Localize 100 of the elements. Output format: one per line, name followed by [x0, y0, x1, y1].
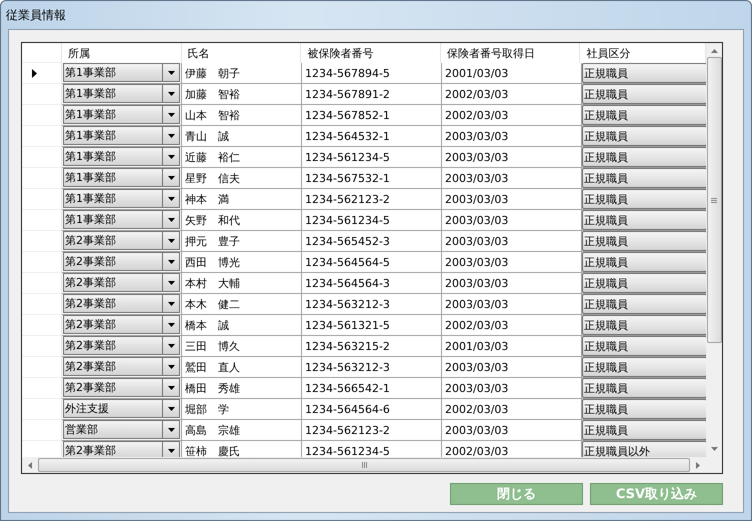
department-dropdown[interactable]: 第2事業部	[63, 315, 180, 334]
table-cell: 橋田 秀雄	[182, 378, 302, 399]
caret-icon	[168, 406, 174, 410]
department-dropdown[interactable]: 第1事業部	[63, 189, 180, 208]
department-dropdown[interactable]: 第2事業部	[63, 336, 180, 355]
employee-type-button[interactable]: 正規職員	[582, 63, 706, 83]
employee-type-button[interactable]: 正規職員	[582, 168, 706, 188]
table-cell: 神本 満	[182, 189, 302, 210]
employee-type-button[interactable]: 正規職員	[582, 294, 706, 314]
caret-icon	[168, 260, 174, 264]
caret-icon	[168, 364, 174, 368]
department-dropdown[interactable]: 第2事業部	[63, 357, 180, 376]
table-cell: 2003/03/03	[442, 147, 582, 168]
table-cell: 1234-563212-3	[302, 357, 442, 378]
table-cell: 高島 宗雄	[182, 420, 302, 441]
table-cell: 2001/03/03	[442, 336, 582, 357]
table-cell: 1234-562123-2	[302, 420, 442, 441]
grip-icon	[711, 198, 717, 202]
employee-type-button[interactable]: 正規職員	[582, 252, 706, 272]
department-dropdown[interactable]: 第1事業部	[63, 210, 180, 229]
table-cell: 矢野 和代	[182, 210, 302, 231]
caret-icon	[168, 196, 174, 200]
table-cell: 2002/03/03	[442, 315, 582, 336]
employee-type-button[interactable]: 正規職員	[582, 336, 706, 356]
department-dropdown[interactable]: 第1事業部	[63, 168, 180, 187]
department-dropdown[interactable]: 第2事業部	[63, 441, 180, 457]
table-cell: 西田 博光	[182, 252, 302, 273]
table-cell: 近藤 裕仁	[182, 147, 302, 168]
department-dropdown[interactable]: 第2事業部	[63, 252, 180, 271]
caret-icon	[168, 280, 174, 284]
caret-icon	[168, 322, 174, 326]
table-cell: 1234-564532-1	[302, 126, 442, 147]
table-cell: 2003/03/03	[442, 252, 582, 273]
table-cell: 1234-561234-5	[302, 210, 442, 231]
employee-type-button[interactable]: 正規職員	[582, 420, 706, 440]
table-cell: 1234-564564-3	[302, 273, 442, 294]
department-dropdown[interactable]: 第1事業部	[63, 63, 180, 82]
table-cell: 2003/03/03	[442, 357, 582, 378]
table-cell: 加藤 智裕	[182, 84, 302, 105]
employee-type-button[interactable]: 正規職員	[582, 189, 706, 209]
table-cell: 2002/03/03	[442, 105, 582, 126]
caret-icon	[168, 344, 174, 348]
table-cell: 1234-566542-1	[302, 378, 442, 399]
column-header[interactable]: 氏名	[182, 43, 302, 63]
caret-icon	[168, 92, 174, 96]
employee-type-button[interactable]: 正規職員	[582, 357, 706, 377]
table-cell: 2003/03/03	[442, 126, 582, 147]
table-cell: 2003/03/03	[442, 273, 582, 294]
caret-icon	[168, 428, 174, 432]
table-cell: 伊藤 朝子	[182, 63, 302, 84]
table-cell: 1234-563212-3	[302, 294, 442, 315]
table-cell: 三田 博久	[182, 336, 302, 357]
caret-icon	[168, 218, 174, 222]
department-dropdown[interactable]: 第1事業部	[63, 126, 180, 145]
table-cell: 本木 健二	[182, 294, 302, 315]
table-cell: 1234-561321-5	[302, 315, 442, 336]
grip-icon	[362, 462, 366, 468]
scroll-left-icon	[28, 462, 32, 468]
employee-type-button[interactable]: 正規職員	[582, 231, 706, 251]
table-cell: 1234-563215-2	[302, 336, 442, 357]
table-cell: 2002/03/03	[442, 84, 582, 105]
department-dropdown[interactable]: 第2事業部	[63, 231, 180, 250]
table-cell: 1234-567852-1	[302, 105, 442, 126]
employee-type-button[interactable]: 正規職員	[582, 273, 706, 293]
table-cell: 押元 豊子	[182, 231, 302, 252]
department-dropdown[interactable]: 第2事業部	[63, 378, 180, 397]
row-header[interactable]	[22, 63, 62, 84]
table-cell: 鷲田 直人	[182, 357, 302, 378]
caret-icon	[168, 448, 174, 452]
caret-icon	[168, 176, 174, 180]
department-dropdown[interactable]: 第1事業部	[63, 84, 180, 103]
employee-type-button[interactable]: 正規職員	[582, 84, 706, 104]
table-cell: 2003/03/03	[442, 378, 582, 399]
table-cell: 1234-564564-5	[302, 252, 442, 273]
window-title: 従業員情報	[6, 6, 66, 24]
employee-type-button[interactable]: 正規職員	[582, 399, 706, 419]
caret-icon	[168, 70, 174, 74]
department-dropdown[interactable]: 外注支援	[63, 399, 180, 418]
department-dropdown[interactable]: 営業部	[63, 420, 180, 439]
table-cell: 橋本 誠	[182, 315, 302, 336]
scroll-down-icon	[710, 447, 718, 451]
vertical-scrollbar[interactable]	[706, 43, 722, 457]
table-cell: 1234-567532-1	[302, 168, 442, 189]
employee-type-button[interactable]: 正規職員	[582, 210, 706, 230]
table-cell: 2002/03/03	[442, 399, 582, 420]
employee-type-button[interactable]: 正規職員	[582, 378, 706, 398]
department-dropdown[interactable]: 第1事業部	[63, 147, 180, 166]
caret-icon	[168, 134, 174, 138]
employee-type-button[interactable]: 正規職員	[582, 315, 706, 335]
employee-type-button[interactable]: 正規職員	[582, 105, 706, 125]
table-cell: 2003/03/03	[442, 231, 582, 252]
employee-type-button[interactable]: 正規職員	[582, 126, 706, 146]
department-dropdown[interactable]: 第2事業部	[63, 294, 180, 313]
employee-type-button[interactable]: 正規職員以外	[582, 441, 706, 457]
department-dropdown[interactable]: 第2事業部	[63, 273, 180, 292]
table-cell: 堀部 学	[182, 399, 302, 420]
caret-icon	[168, 302, 174, 306]
employee-type-button[interactable]: 正規職員	[582, 147, 706, 167]
department-dropdown[interactable]: 第1事業部	[63, 105, 180, 124]
table-cell: 1234-562123-2	[302, 189, 442, 210]
